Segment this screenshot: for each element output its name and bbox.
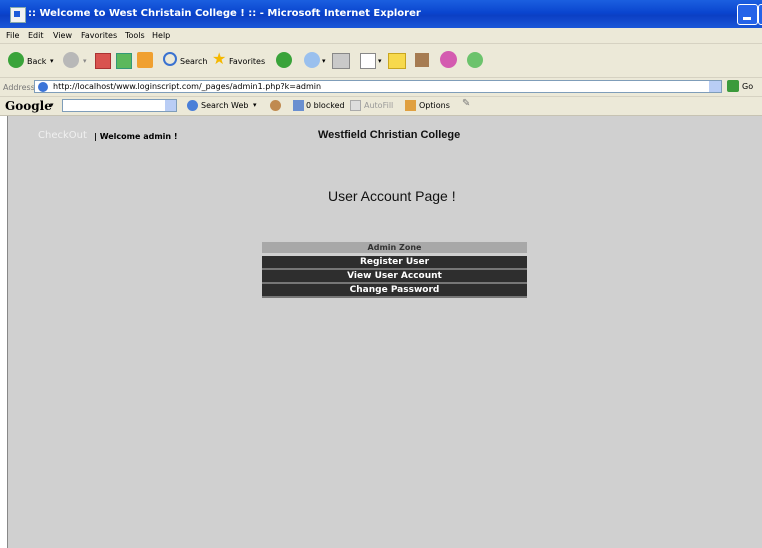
address-url[interactable]: http://localhost/www.loginscript.com/_pa… — [53, 82, 321, 91]
word-edit-icon[interactable] — [360, 53, 376, 69]
discuss-icon[interactable] — [388, 53, 406, 69]
college-name: Westfield Christian College — [318, 129, 461, 141]
msn-buddies-icon[interactable] — [467, 52, 483, 68]
pagerank-icon[interactable] — [270, 100, 281, 111]
messenger-icon[interactable] — [440, 51, 457, 68]
forward-arrow-icon[interactable] — [63, 52, 79, 68]
back-dropdown-icon[interactable]: ▾ — [50, 57, 54, 65]
page-ie-icon — [38, 82, 48, 92]
favorites-star-icon[interactable]: ★ — [212, 49, 226, 68]
mail-icon[interactable] — [304, 52, 320, 68]
change-password-button[interactable]: Change Password — [262, 284, 527, 298]
page-content — [7, 116, 762, 548]
google-dropdown-icon[interactable]: ▾ — [50, 101, 54, 109]
admin-zone-menu: Admin Zone Register User View User Accou… — [262, 242, 527, 301]
ie-window-icon — [10, 7, 26, 23]
go-arrow-icon[interactable] — [727, 80, 739, 92]
stop-icon[interactable] — [95, 53, 111, 69]
search-web-button[interactable]: Search Web — [201, 101, 248, 110]
options-icon[interactable] — [405, 100, 416, 111]
options-button[interactable]: Options — [419, 101, 450, 110]
google-logo[interactable]: Google — [5, 99, 52, 113]
back-arrow-icon[interactable] — [8, 52, 24, 68]
maximize-button[interactable] — [758, 4, 762, 25]
menu-view[interactable]: View — [53, 31, 72, 40]
address-input[interactable]: http://localhost/www.loginscript.com/_pa… — [34, 80, 722, 93]
minimize-button[interactable] — [737, 4, 758, 25]
back-label[interactable]: Back — [27, 57, 46, 66]
refresh-icon[interactable] — [116, 53, 132, 69]
menu-file[interactable]: File — [6, 31, 19, 40]
home-icon[interactable] — [137, 52, 153, 68]
blocked-count[interactable]: 0 blocked — [306, 101, 345, 110]
go-button[interactable]: Go — [742, 82, 753, 91]
window-title: :: Welcome to West Christain College ! :… — [28, 8, 421, 19]
menu-help[interactable]: Help — [152, 31, 170, 40]
autofill-icon[interactable] — [350, 100, 361, 111]
search-web-dropdown-icon[interactable]: ▾ — [253, 101, 257, 109]
forward-dropdown-icon[interactable]: ▾ — [83, 57, 87, 65]
autofill-button[interactable]: AutoFill — [364, 101, 393, 110]
menu-bar: File Edit View Favorites Tools Help — [0, 28, 762, 44]
view-user-account-button[interactable]: View User Account — [262, 270, 527, 284]
search-label[interactable]: Search — [180, 57, 207, 66]
menu-tools[interactable]: Tools — [125, 31, 145, 40]
research-icon[interactable] — [415, 53, 429, 67]
register-user-button[interactable]: Register User — [262, 256, 527, 270]
welcome-text: | Welcome admin ! — [94, 132, 178, 141]
standard-toolbar: Back ▾ ▾ Search ★ Favorites ▾ ▾ — [0, 44, 762, 78]
highlight-pen-icon[interactable]: ✎ — [462, 98, 473, 109]
menu-favorites[interactable]: Favorites — [81, 31, 117, 40]
checkout-link[interactable]: CheckOut — [38, 130, 87, 141]
edit-dropdown-icon[interactable]: ▾ — [378, 57, 382, 65]
address-dropdown-icon[interactable] — [709, 81, 721, 92]
admin-zone-header: Admin Zone — [262, 242, 527, 253]
popup-blocker-icon[interactable] — [293, 100, 304, 111]
mail-dropdown-icon[interactable]: ▾ — [322, 57, 326, 65]
search-icon[interactable] — [163, 52, 177, 66]
print-icon[interactable] — [332, 53, 350, 69]
google-search-input[interactable] — [62, 99, 177, 112]
favorites-label[interactable]: Favorites — [229, 57, 265, 66]
google-input-dropdown-icon[interactable] — [165, 100, 176, 111]
history-icon[interactable] — [276, 52, 292, 68]
address-label: Address — [3, 83, 35, 92]
page-heading: User Account Page ! — [328, 188, 456, 204]
menu-edit[interactable]: Edit — [28, 31, 44, 40]
search-web-icon[interactable] — [187, 100, 198, 111]
